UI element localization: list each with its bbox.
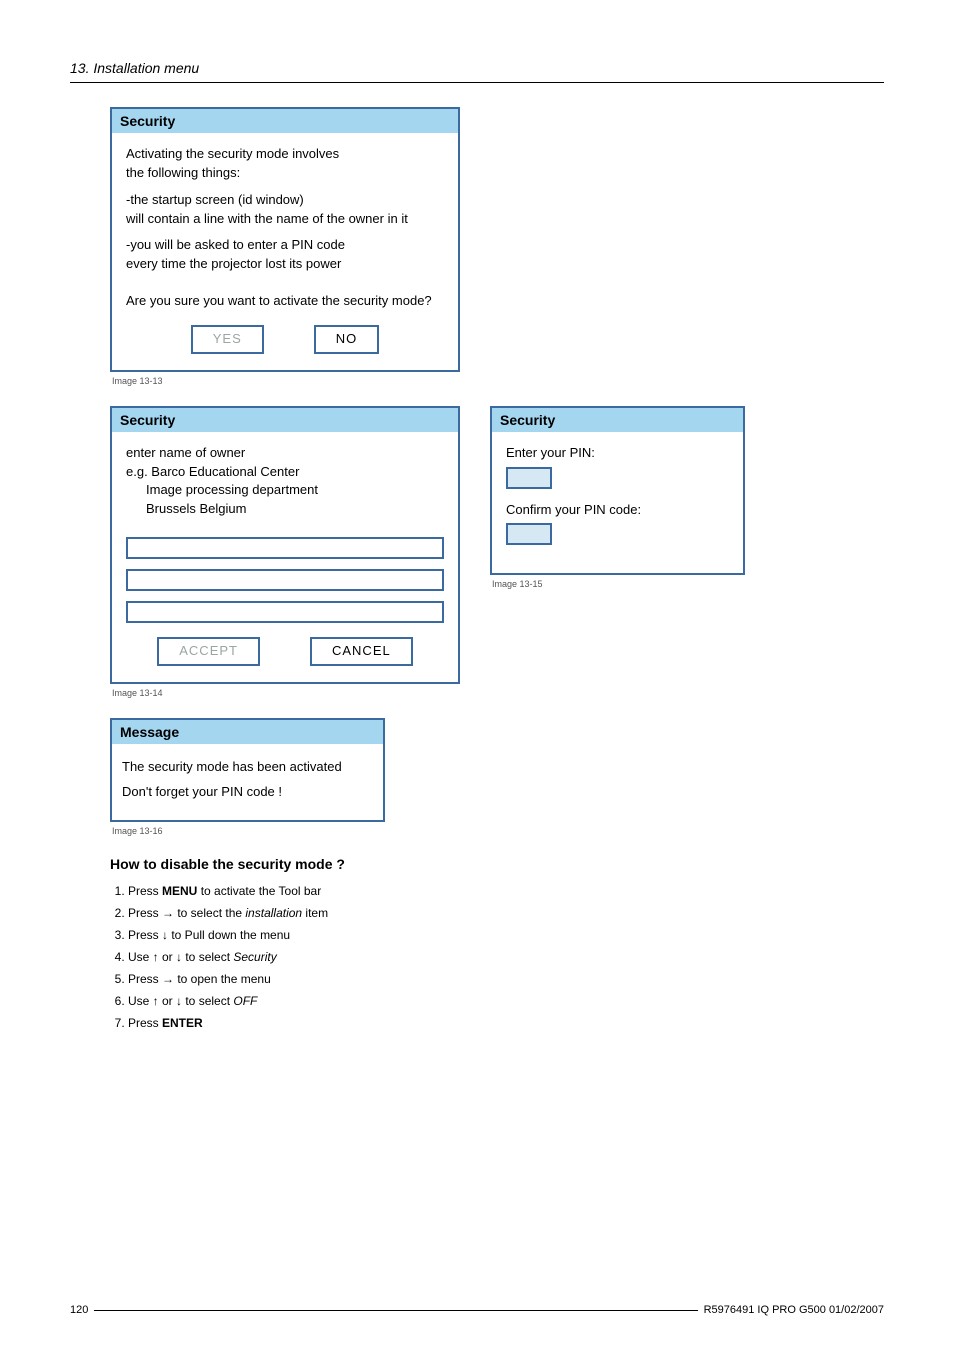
owner-line-3-input[interactable]	[126, 601, 444, 623]
step-text: Use ↑ or ↓ to select	[128, 994, 233, 1008]
security-pin-dialog: Security Enter your PIN: Confirm your PI…	[490, 406, 745, 576]
step-text: Press	[128, 884, 162, 898]
pin-confirm-input[interactable]	[506, 523, 552, 545]
dialog-text: Don't forget your PIN code !	[122, 783, 373, 802]
dialog-text: Image processing department	[146, 481, 444, 500]
step-italic: OFF	[233, 994, 257, 1008]
list-item: Press MENU to activate the Tool bar	[128, 880, 884, 902]
step-text: Use ↑ or ↓ to select	[128, 950, 233, 964]
howto-heading: How to disable the security mode ?	[110, 856, 884, 872]
no-button[interactable]: NO	[314, 325, 380, 354]
step-italic: Security	[233, 950, 276, 964]
step-text: to activate the Tool bar	[197, 884, 321, 898]
list-item: Press ↓ to Pull down the menu	[128, 924, 884, 946]
list-item: Press ENTER	[128, 1012, 884, 1034]
page-number: 120	[70, 1304, 94, 1316]
dialog-text: Activating the security mode involves	[126, 146, 339, 161]
step-text: item	[302, 906, 328, 920]
step-bold: MENU	[162, 884, 197, 898]
footer-rule: 120 R5976491 IQ PRO G500 01/02/2007	[70, 1310, 884, 1311]
dialog-text: e.g. Barco Educational Center	[126, 463, 444, 482]
cancel-button[interactable]: CANCEL	[310, 637, 413, 666]
yes-button[interactable]: YES	[191, 325, 264, 354]
image-caption: Image 13-15	[492, 579, 745, 589]
confirm-pin-label: Confirm your PIN code:	[506, 501, 729, 520]
list-item: Press → to open the menu	[128, 968, 884, 990]
header-rule	[70, 82, 884, 83]
dialog-text: The security mode has been activated	[122, 758, 373, 777]
enter-pin-label: Enter your PIN:	[506, 444, 729, 463]
dialog-text: every time the projector lost its power	[126, 256, 341, 271]
list-item: Use ↑ or ↓ to select Security	[128, 946, 884, 968]
step-italic: installation	[245, 906, 302, 920]
dialog-text: -the startup screen (id window)	[126, 192, 304, 207]
image-caption: Image 13-14	[112, 688, 460, 698]
list-item: Use ↑ or ↓ to select OFF	[128, 990, 884, 1012]
step-text: Press → to select the	[128, 906, 245, 920]
dialog-title: Security	[112, 109, 458, 133]
dialog-text: enter name of owner	[126, 444, 444, 463]
list-item: Press → to select the installation item	[128, 902, 884, 924]
dialog-title: Message	[112, 720, 383, 744]
image-caption: Image 13-13	[112, 376, 884, 386]
section-header: 13. Installation menu	[70, 60, 884, 76]
message-dialog: Message The security mode has been activ…	[110, 718, 385, 822]
howto-steps: Press MENU to activate the Tool bar Pres…	[110, 880, 884, 1034]
doc-reference: R5976491 IQ PRO G500 01/02/2007	[698, 1304, 884, 1316]
pin-input[interactable]	[506, 467, 552, 489]
owner-line-2-input[interactable]	[126, 569, 444, 591]
step-text: Press	[128, 1016, 162, 1030]
confirm-question: Are you sure you want to activate the se…	[126, 292, 444, 311]
dialog-text: will contain a line with the name of the…	[126, 211, 408, 226]
dialog-title: Security	[492, 408, 743, 432]
dialog-text: Brussels Belgium	[146, 500, 444, 519]
security-activate-dialog: Security Activating the security mode in…	[110, 107, 460, 372]
image-caption: Image 13-16	[112, 826, 884, 836]
dialog-text: the following things:	[126, 165, 240, 180]
step-bold: ENTER	[162, 1016, 203, 1030]
dialog-text: -you will be asked to enter a PIN code	[126, 237, 345, 252]
accept-button[interactable]: ACCEPT	[157, 637, 260, 666]
owner-line-1-input[interactable]	[126, 537, 444, 559]
dialog-title: Security	[112, 408, 458, 432]
security-owner-dialog: Security enter name of owner e.g. Barco …	[110, 406, 460, 684]
